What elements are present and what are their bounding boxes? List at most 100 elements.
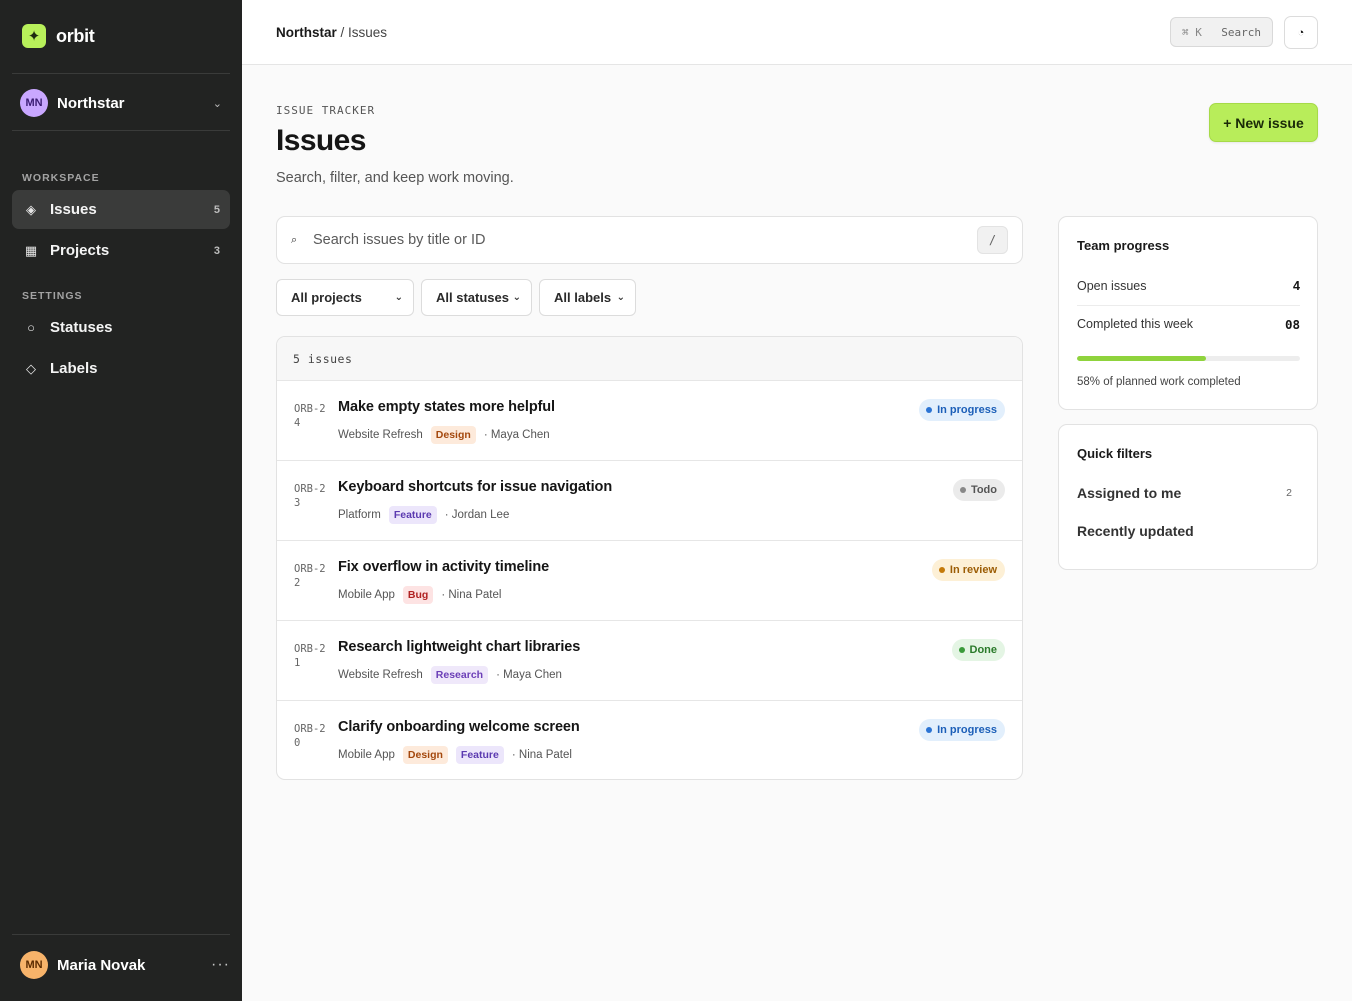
issue-meta: Platform Feature · Jordan Lee: [338, 506, 509, 524]
issue-row[interactable]: ORB-22 Fix overflow in activity timeline…: [277, 541, 1022, 621]
sidebar-item-label: Statuses: [50, 319, 113, 336]
sidebar-item-labels[interactable]: ◇ Labels: [12, 349, 230, 388]
label-tag: Design: [430, 426, 476, 444]
workspace-name: Northstar: [57, 94, 125, 112]
issue-row[interactable]: ORB-20 Clarify onboarding welcome screen…: [277, 701, 1022, 779]
issue-row[interactable]: ORB-24 Make empty states more helpful We…: [277, 381, 1022, 461]
issue-id: ORB-21: [294, 643, 326, 669]
brand-name: orbit: [56, 25, 95, 46]
issue-title[interactable]: Keyboard shortcuts for issue navigation: [338, 479, 612, 495]
issue-assignee: · Maya Chen: [496, 669, 562, 681]
quick-filter-assigned-to-me[interactable]: Assigned to me 2: [1077, 485, 1292, 501]
command-search-button[interactable]: ⌘ K Search: [1170, 17, 1273, 47]
issue-id: ORB-20: [294, 723, 326, 749]
quick-filter-label: Recently updated: [1077, 523, 1194, 539]
quick-filter-recently-updated[interactable]: Recently updated: [1077, 523, 1292, 539]
divider: [12, 934, 230, 935]
issue-title[interactable]: Clarify onboarding welcome screen: [338, 719, 580, 735]
card-title: Team progress: [1077, 238, 1170, 253]
label-filter-select[interactable]: All labels ⌄: [539, 279, 636, 316]
issue-title[interactable]: Fix overflow in activity timeline: [338, 559, 549, 575]
issue-assignee: · Nina Patel: [441, 589, 502, 601]
breadcrumb-workspace[interactable]: Northstar: [276, 25, 337, 40]
sidebar-item-issues[interactable]: ◈ Issues 5: [12, 190, 230, 229]
sidebar-item-label: Issues: [50, 201, 97, 218]
issue-title[interactable]: Make empty states more helpful: [338, 399, 555, 415]
status-filter-select[interactable]: All statuses ⌄: [421, 279, 532, 316]
user-profile[interactable]: MN Maria Novak ···: [20, 951, 230, 979]
sidebar-item-label: Labels: [50, 360, 98, 377]
progress-bar-fill: [1077, 356, 1207, 361]
issue-assignee: · Jordan Lee: [444, 509, 510, 521]
section-label-settings: SETTINGS: [22, 290, 83, 302]
issue-count: 5 issues: [277, 337, 1022, 381]
issues-icon: ◈: [26, 201, 36, 217]
user-name: Maria Novak: [57, 956, 146, 974]
command-search-label: Search: [1221, 25, 1261, 39]
keyboard-shortcut: ⌘ K: [1182, 25, 1202, 39]
theme-icon: ◔: [1297, 26, 1305, 39]
more-options-icon[interactable]: ···: [211, 956, 230, 974]
issue-title[interactable]: Research lightweight chart libraries: [338, 639, 580, 655]
chevron-down-icon: ⌄: [616, 292, 625, 303]
divider: [12, 73, 230, 74]
chevron-down-icon: ⌄: [512, 292, 521, 303]
issue-row[interactable]: ORB-23 Keyboard shortcuts for issue navi…: [277, 461, 1022, 541]
breadcrumb-separator: /: [336, 25, 349, 40]
open-issues-stat: Open issues 4: [1077, 279, 1300, 293]
issue-search: ⌕ /: [276, 216, 1023, 264]
filter-label: All projects: [291, 290, 362, 305]
quick-filter-count: 2: [1286, 487, 1292, 499]
search-shortcut-key: /: [977, 226, 1008, 254]
issue-project: Website Refresh: [338, 669, 423, 681]
section-label-workspace: WORKSPACE: [22, 172, 100, 184]
statuses-icon: ○: [27, 320, 35, 335]
issue-id: ORB-24: [294, 403, 326, 429]
filter-label: All statuses: [436, 290, 509, 305]
issue-project: Mobile App: [338, 589, 395, 601]
status-dot-icon: [959, 487, 966, 493]
chevron-down-icon: ⌄: [212, 97, 222, 110]
filter-label: All labels: [554, 290, 612, 305]
issue-meta: Website Refresh Design · Maya Chen: [338, 426, 550, 444]
orbit-logo-icon: ✦: [22, 24, 46, 48]
status-label: Done: [969, 644, 998, 656]
topbar: Northstar / Issues ⌘ K Search ◔: [242, 0, 1352, 65]
status-badge: Done: [951, 639, 1005, 661]
issue-id: ORB-22: [294, 563, 326, 589]
issue-list: 5 issues ORB-24 Make empty states more h…: [276, 336, 1023, 780]
sidebar-item-statuses[interactable]: ○ Statuses: [12, 308, 230, 347]
issue-meta: Website Refresh Research · Maya Chen: [338, 666, 562, 684]
label-tag: Feature: [388, 506, 437, 524]
user-avatar: MN: [20, 951, 48, 979]
status-label: Todo: [970, 484, 997, 496]
status-badge: In review: [931, 559, 1005, 581]
workspace-avatar: MN: [20, 89, 48, 117]
issue-meta: Mobile App Bug · Nina Patel: [338, 586, 501, 604]
sidebar-item-projects[interactable]: ▦ Projects 3: [12, 231, 230, 270]
sidebar-item-count: 3: [213, 244, 220, 257]
brand[interactable]: ✦ orbit: [22, 24, 95, 48]
new-issue-button[interactable]: + New issue: [1209, 103, 1318, 142]
workspace-switcher[interactable]: MN Northstar ⌄: [20, 89, 230, 117]
theme-toggle-button[interactable]: ◔: [1284, 16, 1318, 49]
label-tag: Design: [402, 746, 448, 764]
quick-filter-label: Assigned to me: [1077, 485, 1182, 501]
breadcrumb-current: Issues: [348, 25, 388, 40]
status-badge: Todo: [952, 479, 1005, 501]
label-tag: Research: [430, 666, 489, 684]
issue-assignee: · Nina Patel: [511, 749, 572, 761]
stat-value: 08: [1284, 317, 1300, 332]
labels-icon: ◇: [26, 360, 36, 376]
search-input[interactable]: [313, 232, 977, 248]
issue-row[interactable]: ORB-21 Research lightweight chart librar…: [277, 621, 1022, 701]
status-dot-icon: [958, 647, 965, 653]
status-badge: In progress: [919, 399, 1005, 421]
status-dot-icon: [926, 727, 933, 733]
status-dot-icon: [926, 407, 933, 413]
stat-label: Completed this week: [1077, 317, 1194, 331]
issue-project: Mobile App: [338, 749, 395, 761]
issue-id: ORB-23: [294, 483, 326, 509]
status-dot-icon: [938, 567, 945, 573]
project-filter-select[interactable]: All projects ⌄: [276, 279, 414, 316]
